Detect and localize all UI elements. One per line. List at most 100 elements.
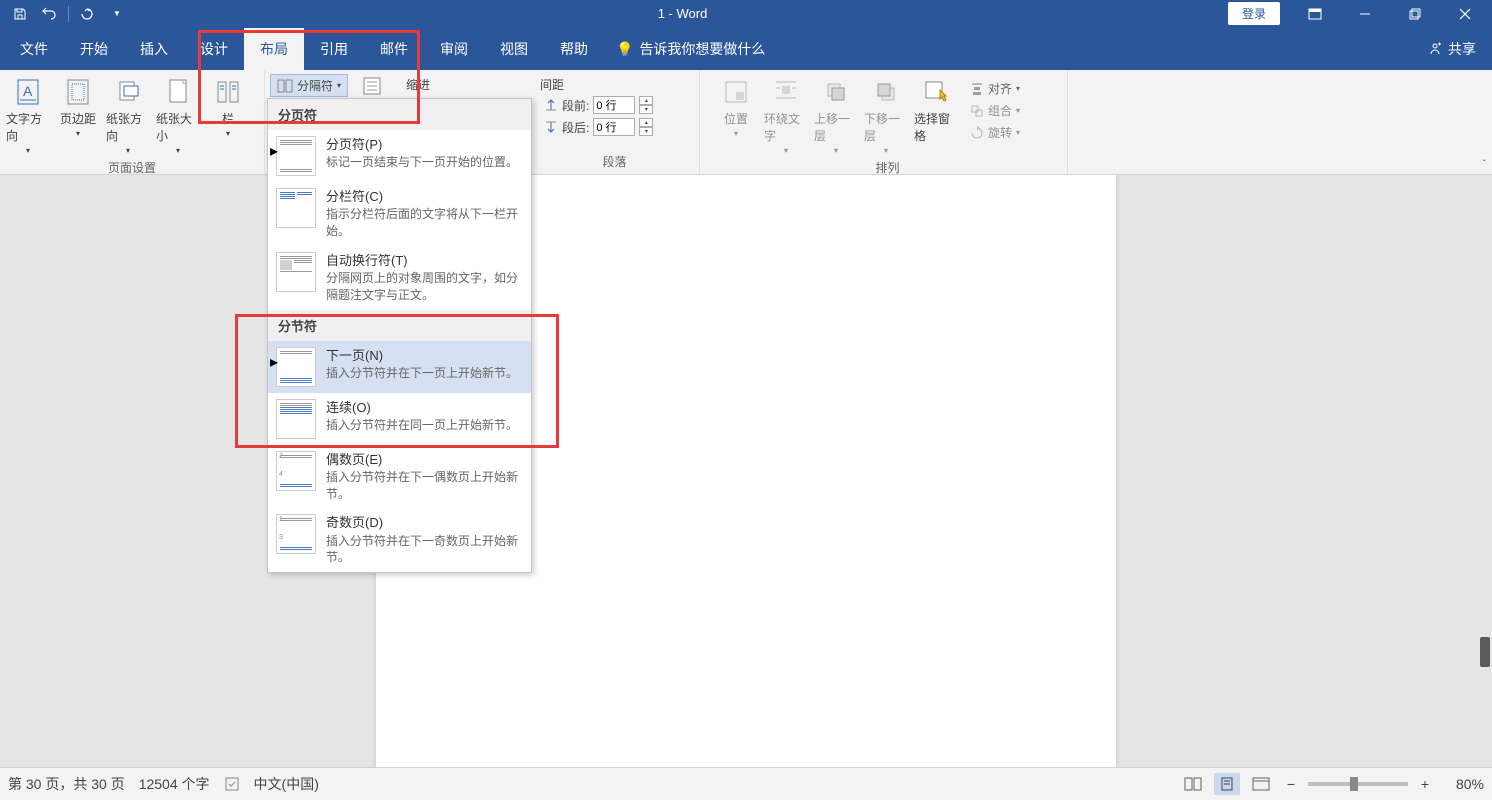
wrap-icon	[770, 76, 802, 108]
tab-layout[interactable]: 布局	[244, 28, 304, 70]
status-language[interactable]: 中文(中国)	[254, 774, 319, 794]
breaks-dropdown: 分页符 ▸ 分页符(P) 标记一页结束与下一页开始的位置。 分栏符(C) 指示分…	[267, 98, 532, 573]
orientation-icon	[112, 76, 144, 108]
margins-icon	[62, 76, 94, 108]
zoom-slider[interactable]	[1308, 782, 1408, 786]
share-button[interactable]: 共享	[1412, 28, 1492, 70]
wrap-text-button[interactable]: 环绕文字 ▾	[762, 74, 810, 157]
maximize-button[interactable]	[1392, 0, 1438, 27]
menu-item-next-page[interactable]: ▸ 下一页(N) 插入分节符并在下一页上开始新节。	[268, 341, 531, 393]
tab-references[interactable]: 引用	[304, 28, 364, 70]
breaks-button[interactable]: 分隔符 ▾	[270, 74, 348, 97]
zoom-out-button[interactable]: −	[1282, 775, 1300, 793]
rotate-button[interactable]: 旋转 ▾	[964, 122, 1026, 143]
menu-item-column-break[interactable]: 分栏符(C) 指示分栏符后面的文字将从下一栏开始。	[268, 182, 531, 246]
undo-button[interactable]	[38, 3, 62, 25]
breaks-icon	[277, 79, 293, 93]
position-icon	[720, 76, 752, 108]
svg-text:A: A	[23, 83, 33, 99]
group-label: 段落	[534, 151, 695, 172]
status-proofing-icon[interactable]	[224, 776, 240, 792]
odd-page-icon: 1 3	[276, 514, 316, 554]
position-button[interactable]: 位置 ▾	[712, 74, 760, 140]
status-page[interactable]: 第 30 页，共 30 页	[8, 774, 125, 794]
group-arrange: 位置 ▾ 环绕文字 ▾ 上移一层 ▾ 下移一层	[708, 70, 1068, 174]
group-icon	[970, 104, 984, 118]
qat-customize[interactable]: ▼	[105, 3, 129, 25]
submenu-indicator: ▸	[270, 146, 276, 156]
spacing-after-input[interactable]	[593, 118, 635, 136]
spacing-before-row: 段前: ▴ ▾	[540, 95, 657, 115]
tab-help[interactable]: 帮助	[544, 28, 604, 70]
login-button[interactable]: 登录	[1228, 2, 1280, 25]
ribbon-tabs: 文件 开始 插入 设计 布局 引用 邮件 审阅 视图 帮助 💡 告诉我你想要做什…	[0, 27, 1492, 70]
next-page-icon	[276, 347, 316, 387]
tab-mail[interactable]: 邮件	[364, 28, 424, 70]
columns-button[interactable]: 栏 ▾	[204, 74, 252, 140]
status-words[interactable]: 12504 个字	[139, 774, 210, 794]
ribbon-collapse-button[interactable]: ˇ	[1483, 159, 1486, 170]
spacing-before-down[interactable]: ▾	[639, 105, 653, 114]
line-numbers-icon	[360, 74, 384, 98]
menu-item-text-wrap[interactable]: 自动换行符(T) 分隔网页上的对象周围的文字，如分隔题注文字与正文。	[268, 246, 531, 310]
view-print-layout[interactable]	[1214, 773, 1240, 795]
separator	[68, 6, 69, 22]
tab-home[interactable]: 开始	[64, 28, 124, 70]
spacing-before-up[interactable]: ▴	[639, 96, 653, 105]
send-backward-icon	[870, 76, 902, 108]
scrollbar-thumb[interactable]	[1480, 637, 1490, 667]
share-label: 共享	[1448, 39, 1476, 59]
page-break-icon	[276, 136, 316, 176]
save-button[interactable]	[8, 3, 32, 25]
align-button[interactable]: 对齐 ▾	[964, 78, 1026, 99]
group-button[interactable]: 组合 ▾	[964, 100, 1026, 121]
send-backward-button[interactable]: 下移一层 ▾	[862, 74, 910, 157]
size-button[interactable]: 纸张大小 ▾	[154, 74, 202, 157]
even-page-icon: 2 4	[276, 451, 316, 491]
menu-item-odd-page[interactable]: 1 3 奇数页(D) 插入分节符并在下一奇数页上开始新节。	[268, 508, 531, 572]
tab-view[interactable]: 视图	[484, 28, 544, 70]
text-direction-icon: A	[12, 76, 44, 108]
zoom-slider-thumb[interactable]	[1350, 777, 1358, 791]
selection-pane-icon	[920, 76, 952, 108]
bulb-icon: 💡	[616, 41, 633, 58]
tab-design[interactable]: 设计	[184, 28, 244, 70]
view-web-layout[interactable]	[1248, 773, 1274, 795]
text-direction-button[interactable]: A 文字方向 ▾	[4, 74, 52, 157]
dropdown-section-section-breaks: 分节符	[268, 310, 531, 341]
selection-pane-button[interactable]: 选择窗格	[912, 74, 960, 146]
group-paragraph: 间距 段前: ▴ ▾ 段后: ▴ ▾ 段落	[530, 70, 700, 174]
bring-forward-button[interactable]: 上移一层 ▾	[812, 74, 860, 157]
tab-insert[interactable]: 插入	[124, 28, 184, 70]
tab-review[interactable]: 审阅	[424, 28, 484, 70]
close-button[interactable]	[1442, 0, 1488, 27]
column-break-icon	[276, 188, 316, 228]
menu-item-continuous[interactable]: 连续(O) 插入分节符并在同一页上开始新节。	[268, 393, 531, 445]
zoom-in-button[interactable]: +	[1416, 775, 1434, 793]
tell-me-label: 告诉我你想要做什么	[639, 39, 765, 59]
zoom-percentage[interactable]: 80%	[1442, 776, 1484, 792]
tell-me-search[interactable]: 💡 告诉我你想要做什么	[604, 39, 777, 70]
tab-file[interactable]: 文件	[4, 28, 64, 70]
spacing-after-up[interactable]: ▴	[639, 118, 653, 127]
rotate-icon	[970, 126, 984, 140]
view-read-mode[interactable]	[1180, 773, 1206, 795]
ribbon: A 文字方向 ▾ 页边距 ▾ 纸张方向 ▾	[0, 70, 1492, 175]
title-right: 登录	[1228, 0, 1492, 27]
title-bar: ▼ 1 - Word 登录	[0, 0, 1492, 27]
margins-button[interactable]: 页边距 ▾	[54, 74, 102, 140]
quick-access-toolbar: ▼	[0, 3, 137, 25]
redo-button[interactable]	[75, 3, 99, 25]
orientation-button[interactable]: 纸张方向 ▾	[104, 74, 152, 157]
text-wrap-icon	[276, 252, 316, 292]
spacing-after-down[interactable]: ▾	[639, 127, 653, 136]
menu-item-even-page[interactable]: 2 4 偶数页(E) 插入分节符并在下一偶数页上开始新节。	[268, 445, 531, 509]
menu-item-page-break[interactable]: ▸ 分页符(P) 标记一页结束与下一页开始的位置。	[268, 130, 531, 182]
columns-icon	[212, 76, 244, 108]
share-icon	[1428, 42, 1442, 56]
spacing-after-icon	[544, 120, 558, 134]
spacing-before-input[interactable]	[593, 96, 635, 114]
minimize-button[interactable]	[1342, 0, 1388, 27]
ribbon-display-button[interactable]	[1292, 0, 1338, 27]
submenu-indicator: ▸	[270, 357, 276, 367]
